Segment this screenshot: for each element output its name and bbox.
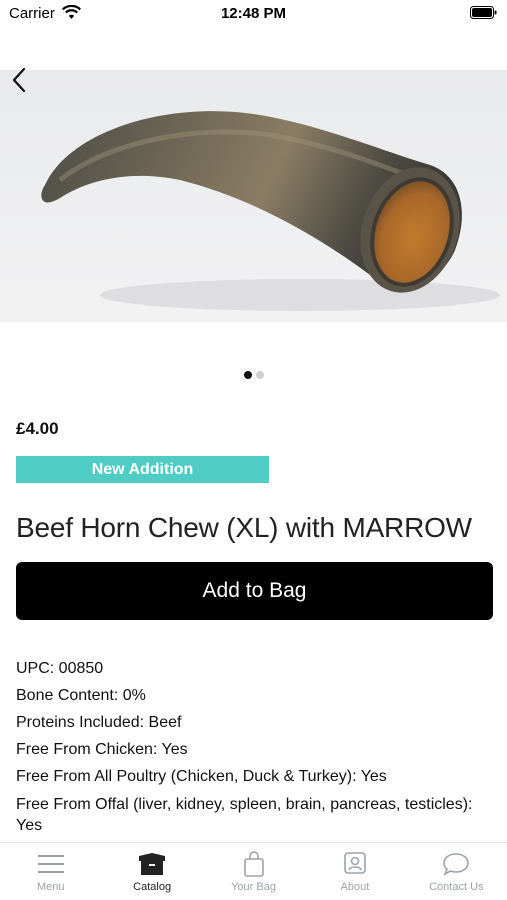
tab-contact-us[interactable]: Contact Us (406, 843, 507, 900)
carousel-dot[interactable] (255, 371, 264, 379)
bag-icon (239, 851, 269, 877)
carousel-dot-active[interactable] (243, 371, 252, 379)
menu-icon (36, 851, 66, 877)
new-addition-badge: New Addition (16, 456, 269, 483)
spec-free-from-chicken: Free From Chicken: Yes (16, 741, 188, 758)
spec-upc: UPC: 00850 (16, 660, 104, 677)
tab-contact-us-label: Contact Us (429, 881, 484, 893)
status-time: 12:48 PM (220, 5, 287, 22)
product-image[interactable] (0, 70, 507, 322)
spec-bone-content: Bone Content: 0% (16, 687, 146, 704)
tab-about[interactable]: About (304, 843, 405, 900)
tab-your-bag[interactable]: Your Bag (203, 843, 304, 900)
chat-icon (441, 851, 471, 877)
tab-catalog-label: Catalog (133, 881, 172, 893)
spec-proteins: Proteins Included: Beef (16, 714, 182, 731)
tab-menu-label: Menu (36, 881, 65, 893)
product-title: Beef Horn Chew (XL) with MARROW (16, 512, 472, 543)
carousel-page-indicator[interactable] (0, 371, 507, 379)
spec-free-from-poultry: Free From All Poultry (Chicken, Duck & T… (16, 768, 387, 785)
spec-free-from-offal: Free From Offal (liver, kidney, spleen, … (16, 796, 473, 834)
tab-your-bag-label: Your Bag (231, 881, 276, 893)
back-button[interactable] (6, 64, 32, 96)
tab-catalog[interactable]: Catalog (101, 843, 202, 900)
product-specs: UPC: 00850 Bone Content: 0% Proteins Inc… (16, 655, 486, 836)
add-to-bag-button[interactable]: Add to Bag (16, 562, 493, 620)
tab-menu[interactable]: Menu (0, 843, 101, 900)
battery-icon (470, 6, 497, 19)
tab-bar: Menu Catalog Your Bag About Contact Us (0, 842, 507, 900)
catalog-icon (137, 851, 167, 877)
status-bar: Carrier 12:48 PM (0, 0, 507, 30)
tab-about-label: About (340, 881, 370, 893)
about-icon (340, 851, 370, 877)
horn-chew-image (0, 70, 507, 322)
chevron-left-icon (12, 67, 26, 93)
product-price: £4.00 (16, 419, 59, 438)
